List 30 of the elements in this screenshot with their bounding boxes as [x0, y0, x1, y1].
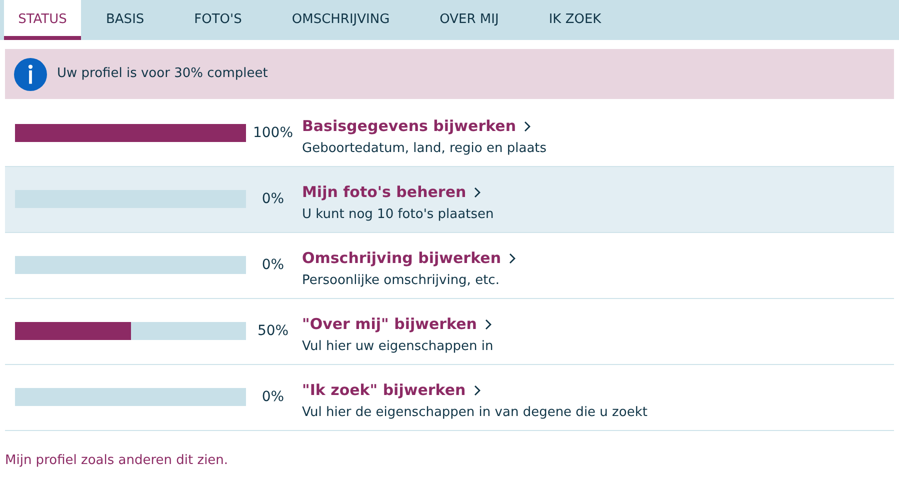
step-description: Persoonlijke omschrijving, etc.	[302, 272, 500, 290]
tab[interactable]: OVER MIJ	[414, 0, 524, 40]
chevron-icon	[484, 318, 492, 330]
notice-text: Uw profiel is voor 30% compleet	[57, 65, 268, 84]
chevron-icon	[509, 252, 516, 264]
step-description: Geboortedatum, land, regio en plaats	[302, 140, 547, 158]
step-link[interactable]: Mijn foto's beheren	[302, 180, 466, 204]
progress-reading: 0%	[260, 388, 286, 407]
step-description: U kunt nog 10 foto's plaatsen	[302, 206, 494, 224]
tab[interactable]: FOTO'S	[169, 0, 267, 40]
step-description: Vul hier de eigenschappen in van degene die u zoekt	[302, 404, 648, 422]
step-link[interactable]: "Ik zoek" bijwerken	[302, 378, 466, 402]
info-icon	[14, 58, 47, 90]
progress-reading: 100%	[252, 124, 294, 143]
progress-reading: 0%	[260, 190, 286, 209]
tab[interactable]: STATUS	[4, 0, 81, 40]
step-link[interactable]: "Over mij" bijwerken	[302, 312, 477, 336]
step-link[interactable]: Basisgegevens bijwerken	[302, 114, 516, 138]
tab[interactable]: BASIS	[81, 0, 170, 40]
chevron-icon	[474, 384, 481, 396]
step-description: Vul hier uw eigenschappen in	[302, 338, 494, 356]
progress-reading: 50%	[256, 322, 290, 341]
chevron-icon	[474, 186, 482, 198]
tab[interactable]: OMSCHRIJVING	[266, 0, 415, 40]
step-row[interactable]: 0% Mijn foto's beheren U kunt nog 10 foto's plaatsen	[5, 167, 894, 233]
profile-link[interactable]: Mijn profiel zoals anderen dit zien.	[5, 451, 899, 470]
tab[interactable]: IK ZOEK	[524, 0, 626, 40]
progress-reading: 0%	[260, 256, 286, 275]
chevron-icon	[524, 120, 532, 132]
step-link[interactable]: Omschrijving bijwerken	[302, 246, 501, 270]
